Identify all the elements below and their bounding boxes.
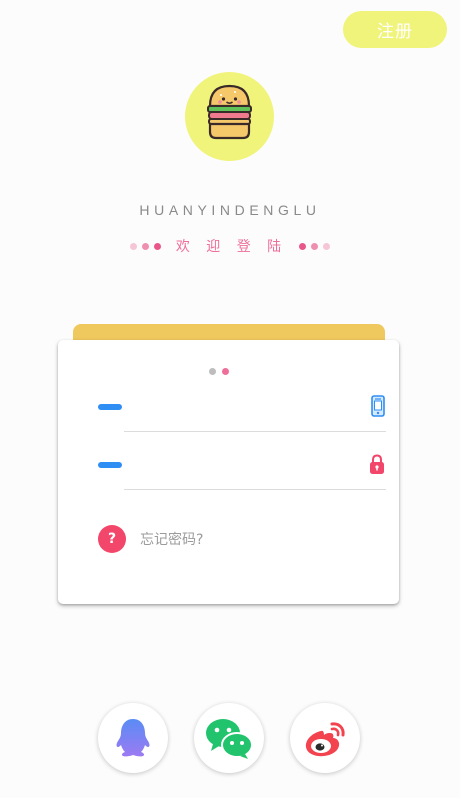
decor-dot [322,242,330,250]
pager-indicator [209,368,235,375]
decor-dot [154,242,162,250]
field-underline [124,489,386,490]
decor-dot [130,242,138,250]
weibo-login-button[interactable] [290,703,360,773]
logo [185,72,274,161]
phone-icon [370,395,386,421]
decor-dot [298,242,306,250]
qq-icon [116,719,150,757]
phone-field[interactable] [98,392,386,432]
pager-dot-active [222,368,229,375]
pager-dot [209,368,216,375]
app-title: HUANYINDENGLU [139,202,321,218]
wechat-icon [206,719,253,759]
field-underline [124,431,386,432]
password-field[interactable] [98,450,386,490]
login-card: ? 忘记密码? [58,340,399,604]
forgot-password-label: 忘记密码? [140,532,204,548]
lock-icon [368,453,386,479]
help-icon: ? [98,525,126,553]
qq-login-button[interactable] [98,703,168,773]
forgot-password-link[interactable]: ? 忘记密码? [98,524,203,554]
decor-dot [310,242,318,250]
welcome-row: 欢 迎 登 陆 [0,236,460,256]
decor-dot [142,242,150,250]
field-marker [98,404,122,410]
wechat-login-button[interactable] [194,703,264,773]
hamburger-icon [207,84,252,140]
field-marker [98,462,122,468]
welcome-text: 欢 迎 登 陆 [175,239,288,255]
weibo-icon [305,722,345,757]
register-button[interactable]: 注册 [343,11,447,48]
